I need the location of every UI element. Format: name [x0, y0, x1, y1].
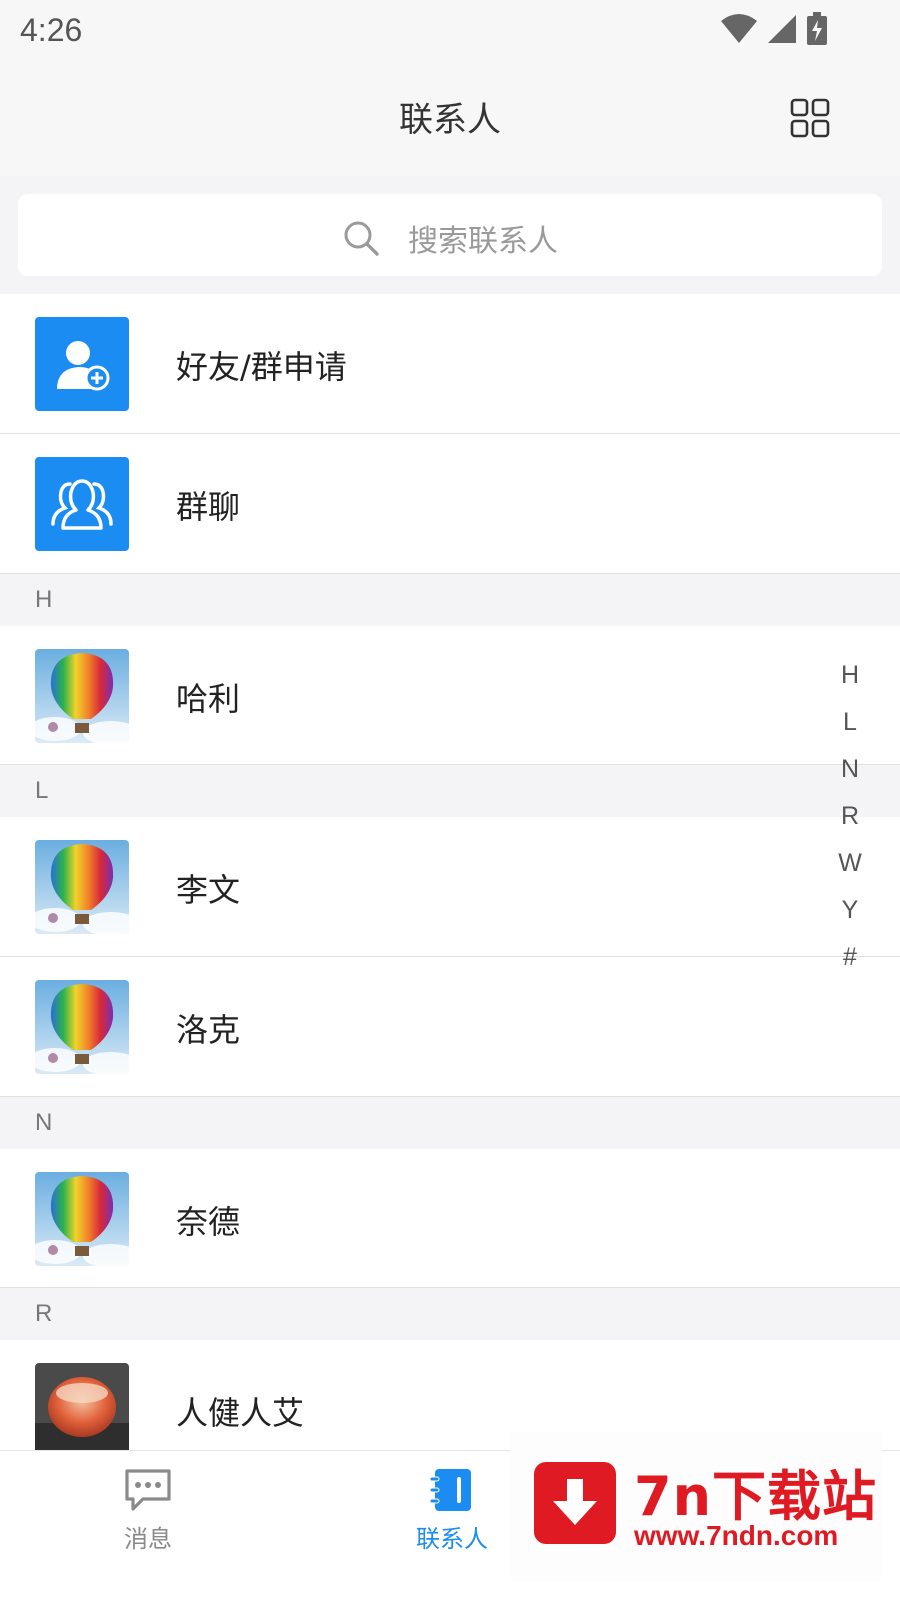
- list-item-friend-requests[interactable]: 好友/群申请: [0, 294, 900, 434]
- watermark: 7n下载站 www.7ndn.com: [510, 1432, 882, 1582]
- download-arrow-icon: [534, 1462, 616, 1544]
- tab-label: 消息: [124, 1525, 172, 1553]
- list-item-label: 好友/群申请: [176, 348, 347, 386]
- search-placeholder: 搜索联系人: [408, 224, 558, 259]
- tab-contacts[interactable]: 联系人: [392, 1467, 512, 1554]
- index-letter[interactable]: N: [841, 746, 859, 793]
- section-header-n: N: [0, 1097, 900, 1149]
- status-time: 4:26: [20, 12, 83, 48]
- index-letter[interactable]: W: [838, 840, 862, 887]
- watermark-url: www.7ndn.com: [634, 1520, 839, 1551]
- group-chat-icon: [35, 457, 129, 551]
- grid-icon[interactable]: [790, 98, 830, 138]
- avatar: [35, 649, 129, 743]
- app-bar: 联系人: [0, 62, 900, 176]
- index-letter[interactable]: L: [843, 699, 857, 746]
- index-letter[interactable]: #: [843, 934, 857, 981]
- contact-name: 洛克: [176, 1011, 241, 1049]
- signal-icon: [768, 15, 796, 43]
- contact-name: 奈德: [176, 1203, 241, 1241]
- index-letter[interactable]: Y: [842, 887, 859, 934]
- avatar: [35, 1172, 129, 1266]
- list-item-group-chat[interactable]: 群聊: [0, 434, 900, 574]
- section-header-l: L: [0, 765, 900, 817]
- tab-messages[interactable]: 消息: [88, 1467, 208, 1554]
- message-icon: [125, 1469, 171, 1511]
- contact-row[interactable]: 哈利: [0, 626, 900, 765]
- contact-row[interactable]: 奈德: [0, 1149, 900, 1288]
- contact-list[interactable]: 好友/群申请 群聊 H 哈利 L 李文 洛克 N 奈德 R 人健人艾: [0, 294, 900, 1450]
- add-friend-icon: [35, 317, 129, 411]
- contacts-icon: [429, 1469, 471, 1511]
- search-area: 搜索联系人: [0, 176, 900, 294]
- page-title: 联系人: [399, 100, 501, 140]
- avatar: [35, 1363, 129, 1450]
- search-input[interactable]: 搜索联系人: [18, 194, 882, 276]
- search-icon: [344, 221, 379, 256]
- contact-name: 人健人艾: [176, 1394, 305, 1432]
- tab-label: 联系人: [416, 1525, 488, 1553]
- avatar: [35, 840, 129, 934]
- contact-name: 李文: [176, 871, 241, 909]
- index-letter[interactable]: H: [841, 652, 859, 699]
- status-bar: 4:26: [0, 0, 900, 62]
- battery-icon: [807, 12, 827, 45]
- section-header-r: R: [0, 1288, 900, 1340]
- section-header-h: H: [0, 574, 900, 626]
- alphabet-index[interactable]: H L N R W Y #: [830, 652, 870, 981]
- index-letter[interactable]: R: [841, 793, 859, 840]
- avatar: [35, 980, 129, 1074]
- contact-row[interactable]: 洛克: [0, 957, 900, 1097]
- contact-name: 哈利: [176, 680, 241, 718]
- list-item-label: 群聊: [176, 488, 241, 526]
- wifi-icon: [721, 14, 757, 43]
- status-icons: [720, 12, 828, 46]
- contact-row[interactable]: 李文: [0, 817, 900, 957]
